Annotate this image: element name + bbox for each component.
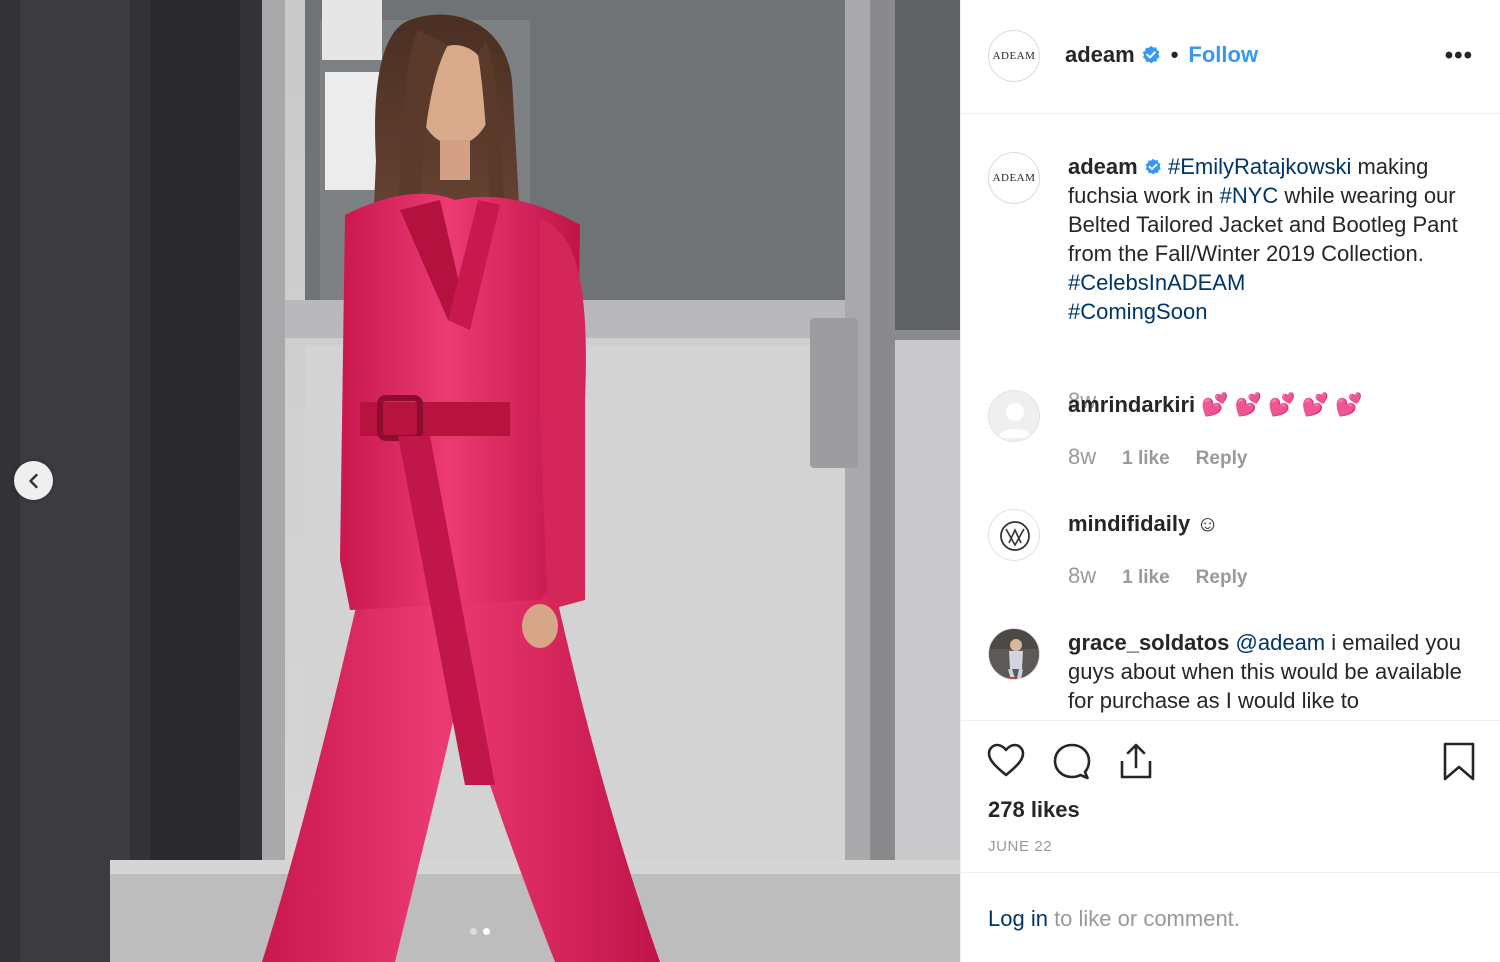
hashtag-link[interactable]: #NYC — [1220, 183, 1279, 208]
login-prompt: Log in to like or comment. — [988, 906, 1240, 932]
comments-list[interactable]: ADEAM adeam #EmilyRatajkowski making fuc… — [961, 114, 1500, 720]
bookmark-icon[interactable] — [1439, 741, 1479, 781]
heart-icon[interactable] — [986, 741, 1026, 781]
post-date[interactable]: JUNE 22 — [988, 838, 1052, 855]
comment-time[interactable]: 8w — [1068, 444, 1096, 470]
comment-username[interactable]: mindifidaily — [1068, 511, 1190, 536]
default-avatar-icon — [989, 391, 1039, 441]
mention-link[interactable]: @adeam — [1236, 630, 1326, 655]
comment-time[interactable]: 8w — [1068, 563, 1096, 589]
separator-dot: • — [1170, 42, 1179, 67]
author-username[interactable]: adeam — [1065, 42, 1135, 68]
commenter-avatar[interactable] — [988, 628, 1040, 680]
caption-username[interactable]: adeam — [1068, 154, 1138, 179]
commenter-avatar[interactable] — [988, 509, 1040, 561]
comment-text: grace_soldatos @adeam i emailed you guys… — [1068, 628, 1483, 715]
chevron-left-icon — [28, 473, 38, 488]
follow-button[interactable]: Follow — [1188, 42, 1258, 68]
mindifi-logo-icon — [1000, 521, 1030, 551]
hashtag-link[interactable]: #EmilyRatajkowski — [1168, 154, 1351, 179]
post-image — [0, 0, 960, 962]
login-text: to like or comment. — [1047, 906, 1240, 931]
caption-avatar[interactable]: ADEAM — [988, 152, 1040, 204]
comment-username[interactable]: amrindarkiri — [1068, 392, 1195, 417]
carousel-dot-active — [483, 928, 490, 935]
comment-text: mindifidaily ☺ — [1068, 509, 1483, 538]
user-photo-avatar — [989, 629, 1039, 679]
share-icon[interactable] — [1116, 741, 1156, 781]
comment-icon[interactable] — [1051, 741, 1091, 781]
reply-button[interactable]: Reply — [1196, 567, 1248, 589]
comment-meta: 8w 1 like Reply — [1068, 444, 1247, 470]
carousel-dot — [470, 928, 477, 935]
carousel-dots — [0, 928, 960, 935]
post-actions: 278 likes JUNE 22 — [961, 720, 1500, 872]
hashtag-link[interactable]: #CelebsInADEAM — [1068, 270, 1245, 295]
commenter-avatar[interactable] — [988, 390, 1040, 442]
post-photo[interactable] — [0, 0, 960, 962]
likes-count[interactable]: 278 likes — [988, 797, 1080, 823]
comment-text: amrindarkiri 💕 💕 💕 💕 💕 — [1068, 390, 1483, 419]
caption-text: adeam #EmilyRatajkowski making fuchsia w… — [1068, 152, 1483, 326]
comment-body: ☺ — [1196, 511, 1219, 536]
post-side-panel: ADEAM adeam • Follow ••• ADEAM adeam #Em… — [960, 0, 1500, 962]
login-link[interactable]: Log in — [988, 906, 1048, 931]
comment-likes[interactable]: 1 like — [1122, 448, 1170, 470]
author-line: adeam • Follow — [1065, 42, 1258, 68]
author-avatar[interactable]: ADEAM — [988, 30, 1040, 82]
verified-icon — [1142, 45, 1160, 64]
reply-button[interactable]: Reply — [1196, 448, 1248, 470]
more-options-button[interactable]: ••• — [1445, 42, 1473, 70]
comment-username[interactable]: grace_soldatos — [1068, 630, 1229, 655]
login-footer: Log in to like or comment. — [961, 872, 1500, 962]
hashtag-link[interactable]: #ComingSoon — [1068, 299, 1207, 324]
comment-likes[interactable]: 1 like — [1122, 567, 1170, 589]
post-header: ADEAM adeam • Follow ••• — [961, 0, 1500, 114]
comment-meta: 8w 1 like Reply — [1068, 563, 1247, 589]
carousel-prev-button[interactable] — [14, 461, 53, 500]
comment-body: 💕 💕 💕 💕 💕 — [1201, 392, 1363, 417]
verified-icon — [1145, 158, 1161, 175]
